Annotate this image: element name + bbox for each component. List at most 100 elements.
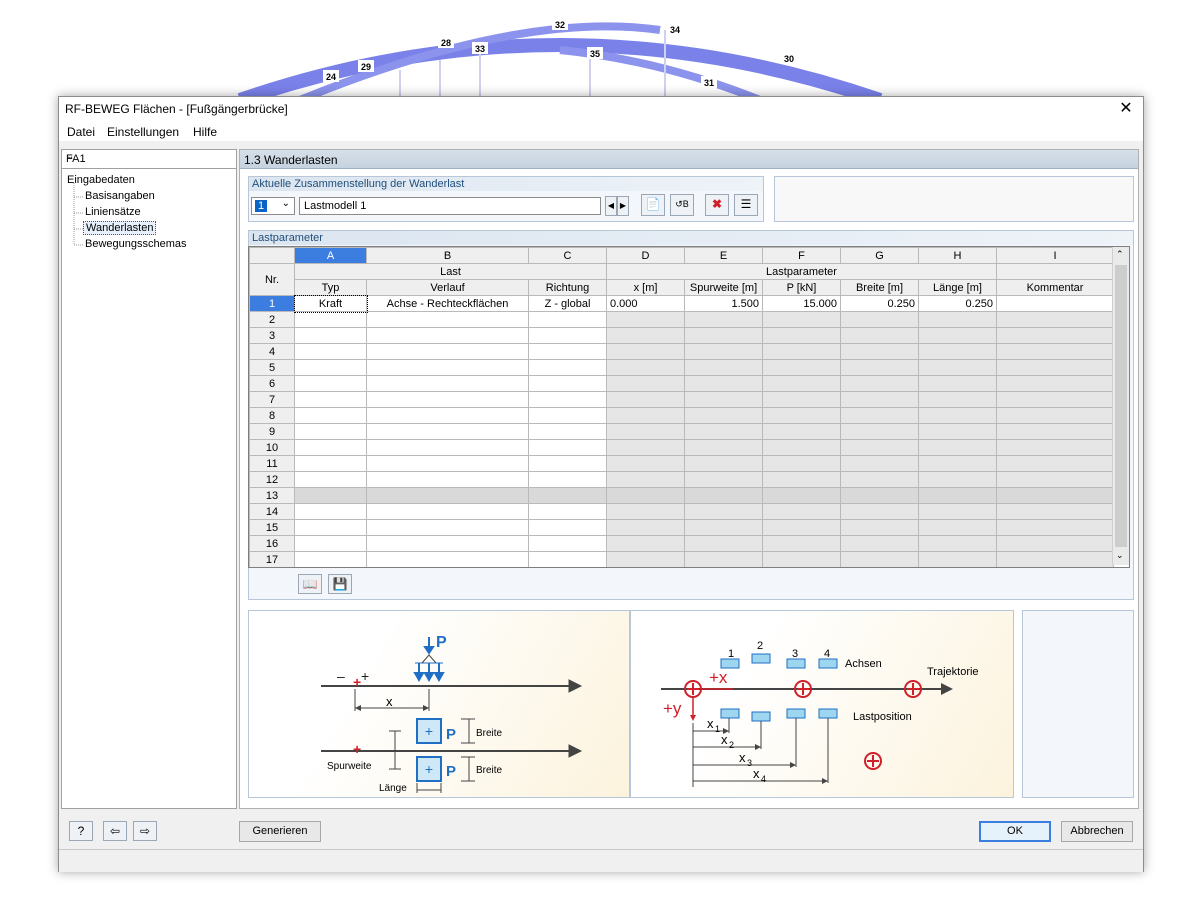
- table-cell[interactable]: [996, 503, 1114, 520]
- table-cell[interactable]: [918, 439, 997, 456]
- tree-item-basisangaben[interactable]: Basisangaben: [85, 190, 155, 202]
- table-cell[interactable]: [366, 471, 529, 488]
- table-cell[interactable]: [528, 327, 607, 344]
- table-cell[interactable]: [528, 455, 607, 472]
- table-cell[interactable]: [996, 439, 1114, 456]
- table-cell[interactable]: [684, 423, 763, 440]
- table-cell[interactable]: [606, 487, 685, 504]
- table-cell[interactable]: [684, 359, 763, 376]
- table-cell[interactable]: [684, 455, 763, 472]
- table-cell[interactable]: [762, 407, 841, 424]
- tree-item-bewegungsschemas[interactable]: Bewegungsschemas: [85, 238, 187, 250]
- table-cell[interactable]: [528, 407, 607, 424]
- delete-all-icon[interactable]: ☰: [734, 194, 758, 216]
- table-row[interactable]: 1 Kraft Achse - Rechteckflächen Z - global 0…: [249, 294, 1114, 313]
- col-header-e[interactable]: E: [684, 247, 763, 264]
- generate-button[interactable]: Generieren: [239, 821, 321, 842]
- table-cell[interactable]: [762, 439, 841, 456]
- table-cell[interactable]: [294, 423, 367, 440]
- table-cell[interactable]: Achse - Rechteckflächen: [366, 295, 529, 312]
- table-cell[interactable]: [762, 455, 841, 472]
- tree-item-liniensaetze[interactable]: Liniensätze: [85, 206, 141, 218]
- col-header-b[interactable]: B: [366, 247, 529, 264]
- table-cell[interactable]: [294, 551, 367, 567]
- table-cell[interactable]: [684, 471, 763, 488]
- table-cell[interactable]: [996, 311, 1114, 328]
- table-cell[interactable]: [528, 423, 607, 440]
- table-cell[interactable]: [606, 439, 685, 456]
- table-cell[interactable]: [762, 423, 841, 440]
- table-cell[interactable]: [684, 391, 763, 408]
- table-cell[interactable]: [606, 311, 685, 328]
- import-icon[interactable]: ⇦: [103, 821, 127, 841]
- table-scrollbar[interactable]: ⌃ ⌄: [1112, 247, 1129, 565]
- menu-datei[interactable]: Datei: [67, 125, 95, 139]
- table-row[interactable]: 3: [249, 327, 1114, 344]
- table-cell[interactable]: [366, 551, 529, 567]
- table-row[interactable]: 6: [249, 375, 1114, 392]
- tree-root-eingabedaten[interactable]: Eingabedaten: [67, 174, 135, 186]
- table-cell[interactable]: [762, 487, 841, 504]
- table-cell[interactable]: [762, 503, 841, 520]
- table-cell[interactable]: [840, 327, 919, 344]
- table-cell[interactable]: [294, 471, 367, 488]
- next-arrow-button[interactable]: ▶: [617, 196, 629, 216]
- col-header-g[interactable]: G: [840, 247, 919, 264]
- table-cell[interactable]: [606, 535, 685, 552]
- table-cell[interactable]: [606, 551, 685, 567]
- col-header-d[interactable]: D: [606, 247, 685, 264]
- table-cell[interactable]: [366, 375, 529, 392]
- save-icon[interactable]: 💾: [328, 574, 352, 594]
- table-cell[interactable]: [840, 519, 919, 536]
- tree-item-wanderlasten[interactable]: Wanderlasten: [83, 221, 157, 235]
- table-cell[interactable]: [840, 471, 919, 488]
- table-cell[interactable]: [996, 407, 1114, 424]
- table-cell[interactable]: [294, 343, 367, 360]
- table-row[interactable]: 5: [249, 359, 1114, 376]
- table-cell[interactable]: [606, 471, 685, 488]
- chevron-up-icon[interactable]: ⌃: [1116, 249, 1124, 260]
- table-cell[interactable]: [840, 455, 919, 472]
- table-cell[interactable]: 0.000: [606, 295, 685, 312]
- table-cell[interactable]: [762, 359, 841, 376]
- table-cell[interactable]: [918, 375, 997, 392]
- table-cell[interactable]: Z - global: [528, 295, 607, 312]
- scrollbar-thumb[interactable]: [1115, 265, 1127, 547]
- table-cell[interactable]: [684, 551, 763, 567]
- delete-composition-icon[interactable]: ✖: [705, 194, 729, 216]
- table-cell[interactable]: [684, 487, 763, 504]
- table-cell[interactable]: [294, 519, 367, 536]
- help-icon[interactable]: ?: [69, 821, 93, 841]
- table-row[interactable]: 9: [249, 423, 1114, 440]
- table-row[interactable]: 12: [249, 471, 1114, 488]
- table-cell[interactable]: [684, 535, 763, 552]
- table-cell[interactable]: [294, 359, 367, 376]
- table-cell[interactable]: [294, 327, 367, 344]
- table-cell[interactable]: [996, 487, 1114, 504]
- table-cell[interactable]: [918, 519, 997, 536]
- table-cell[interactable]: [294, 439, 367, 456]
- menu-hilfe[interactable]: Hilfe: [193, 125, 217, 139]
- table-cell[interactable]: [762, 519, 841, 536]
- table-cell[interactable]: [840, 551, 919, 567]
- load-parameter-table[interactable]: A B C D E F G H I Nr. Last Lastparameter: [248, 246, 1130, 568]
- table-cell[interactable]: [366, 455, 529, 472]
- library-icon[interactable]: 📖: [298, 574, 322, 594]
- table-cell[interactable]: [840, 439, 919, 456]
- col-header-a[interactable]: A: [294, 247, 367, 264]
- table-cell[interactable]: [762, 311, 841, 328]
- table-cell[interactable]: [996, 551, 1114, 567]
- table-cell[interactable]: 15.000: [762, 295, 841, 312]
- table-cell[interactable]: [606, 327, 685, 344]
- table-cell[interactable]: [684, 327, 763, 344]
- table-cell[interactable]: [528, 535, 607, 552]
- table-cell[interactable]: [528, 311, 607, 328]
- table-cell[interactable]: [918, 327, 997, 344]
- table-cell[interactable]: [762, 343, 841, 360]
- table-cell[interactable]: [996, 391, 1114, 408]
- table-cell[interactable]: [528, 391, 607, 408]
- table-cell[interactable]: [918, 311, 997, 328]
- table-cell[interactable]: [840, 487, 919, 504]
- table-cell[interactable]: [294, 311, 367, 328]
- table-cell[interactable]: [918, 487, 997, 504]
